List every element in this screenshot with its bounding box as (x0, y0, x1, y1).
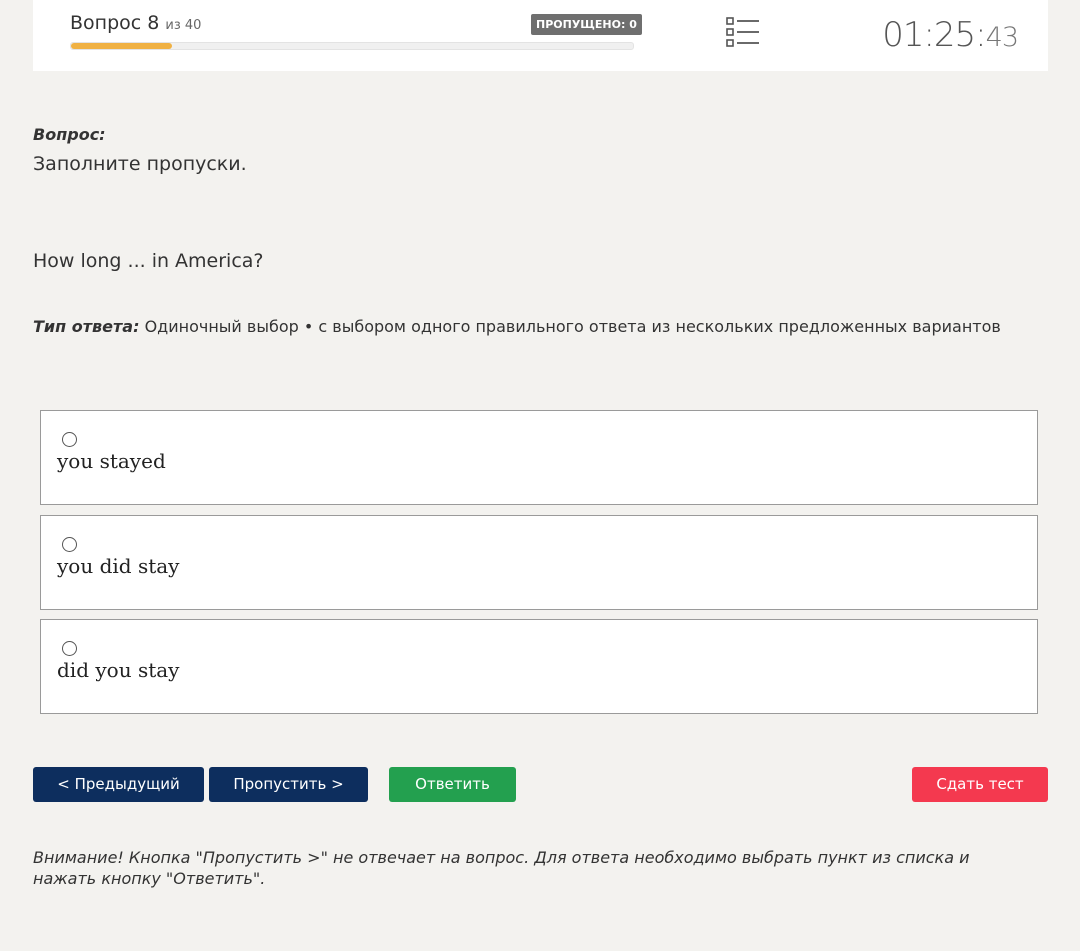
previous-button[interactable]: < Предыдущий (33, 767, 204, 802)
progress-bar (70, 42, 634, 50)
answer-type: Тип ответа: Одиночный выбор • с выбором … (33, 317, 1001, 336)
radio-button[interactable] (62, 537, 77, 552)
radio-button[interactable] (62, 641, 77, 656)
test-header: Вопрос 8 из 40 ПРОПУЩЕНО: 0 01:25:43 (33, 0, 1048, 71)
answer-type-label: Тип ответа: (33, 317, 140, 336)
submit-test-button[interactable]: Сдать тест (912, 767, 1048, 802)
timer-main: 01:25: (882, 15, 986, 55)
answer-type-value: Одиночный выбор • с выбором одного прави… (144, 317, 1001, 336)
radio-button[interactable] (62, 432, 77, 447)
answer-option[interactable]: you stayed (40, 410, 1038, 505)
question-caption: Вопрос: (33, 125, 106, 144)
timer-seconds: 43 (985, 22, 1019, 53)
answer-option[interactable]: did you stay (40, 619, 1038, 714)
answer-option-label: you stayed (57, 449, 166, 473)
question-number: Вопрос 8 (70, 12, 160, 34)
skipped-badge: ПРОПУЩЕНО: 0 (531, 14, 642, 35)
answer-option-label: did you stay (57, 658, 180, 682)
list-icon[interactable] (725, 16, 761, 48)
skip-button[interactable]: Пропустить > (209, 767, 368, 802)
question-instruction: Заполните пропуски. (33, 153, 247, 175)
timer: 01:25:43 (882, 15, 1019, 55)
progress-fill (71, 43, 173, 49)
question-total: из 40 (165, 18, 202, 33)
warning-note: Внимание! Кнопка "Пропустить >" не отвеч… (33, 848, 970, 888)
answer-option-label: you did stay (57, 554, 180, 578)
answer-button[interactable]: Ответить (389, 767, 516, 802)
question-counter: Вопрос 8 из 40 (70, 12, 201, 34)
question-text: How long ... in America? (33, 250, 264, 272)
answer-option[interactable]: you did stay (40, 515, 1038, 610)
